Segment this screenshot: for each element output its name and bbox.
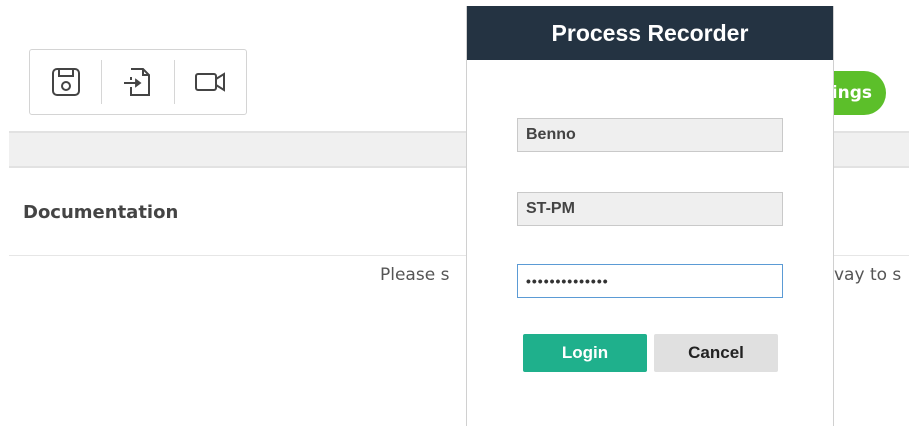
settings-button-label: ings	[831, 83, 872, 103]
login-dialog: Process Recorder Login Cancel	[466, 6, 834, 426]
username-input[interactable]	[517, 118, 783, 152]
video-camera-icon	[195, 72, 226, 92]
toolbar	[29, 49, 247, 115]
section-title: Documentation	[23, 202, 179, 223]
login-button[interactable]: Login	[523, 334, 647, 372]
workspace-input[interactable]	[517, 192, 783, 226]
notice-text-right: vay to s	[834, 265, 902, 285]
import-icon	[124, 68, 150, 96]
notice-text-left: Please s	[380, 265, 450, 285]
record-video-button[interactable]	[175, 50, 246, 114]
save-icon	[51, 68, 80, 96]
password-input[interactable]	[517, 264, 783, 298]
cancel-button[interactable]: Cancel	[654, 334, 778, 372]
save-button[interactable]	[30, 50, 101, 114]
dialog-title: Process Recorder	[467, 6, 833, 60]
import-button[interactable]	[102, 50, 173, 114]
